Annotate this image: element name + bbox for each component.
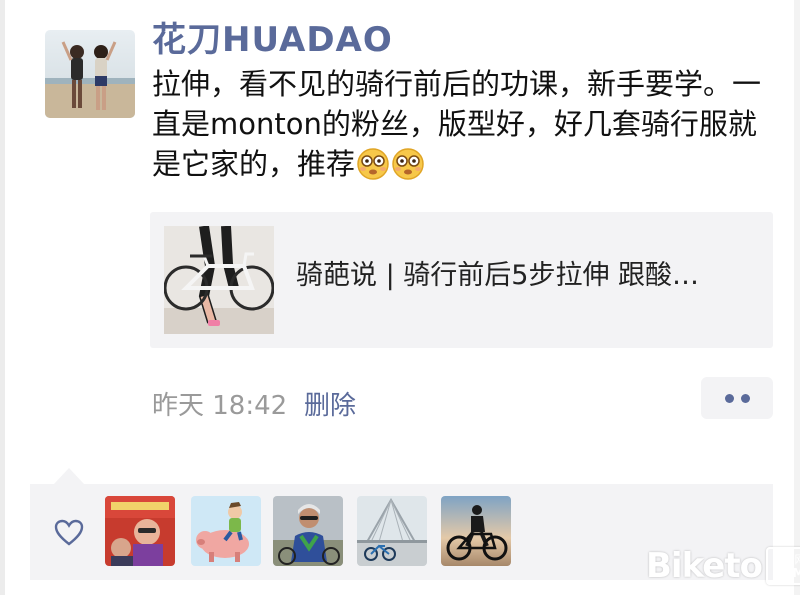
- username[interactable]: 花刀HUADAO: [152, 12, 393, 61]
- post-timestamp: 昨天 18:42: [152, 391, 288, 421]
- link-title: 骑葩说 | 骑行前后5步拉伸 跟酸…: [296, 260, 700, 291]
- liker-avatar[interactable]: [357, 496, 427, 566]
- awkward-face-icon: [392, 148, 424, 180]
- avatar-photo-bridge-bike: [357, 496, 427, 566]
- post-text: 拉伸，看不见的骑行前后的功课，新手要学。一直是monton的粉丝，版型好，好几套…: [152, 64, 782, 184]
- post-text-content: 拉伸，看不见的骑行前后的功课，新手要学。一直是monton的粉丝，版型好，好几套…: [152, 67, 762, 181]
- likes-panel-arrow: [54, 468, 84, 484]
- watermark-brand: Biketo: [646, 546, 763, 586]
- watermark-cn: 美骑网: [772, 552, 800, 566]
- avatar-photo-selfie: [105, 496, 175, 566]
- biketo-watermark-logo: Biketo 美骑网 COM: [646, 545, 800, 587]
- link-thumbnail: [164, 226, 274, 334]
- liker-avatar[interactable]: [191, 496, 261, 566]
- two-dots-icon: [725, 394, 734, 403]
- liker-avatar[interactable]: [105, 496, 175, 566]
- avatar-photo-sunset-cyclist: [441, 496, 511, 566]
- awkward-face-icon: [357, 148, 389, 180]
- shared-link-card[interactable]: 骑葩说 | 骑行前后5步拉伸 跟酸…: [150, 212, 773, 348]
- avatar-cartoon-pig-rider: [191, 496, 261, 566]
- avatar-photo: [45, 30, 135, 118]
- right-edge: [794, 0, 800, 595]
- delete-link[interactable]: 删除: [304, 385, 356, 422]
- liker-avatar[interactable]: [273, 496, 343, 566]
- two-dots-icon: [741, 394, 750, 403]
- heart-outline-icon: [54, 519, 84, 546]
- watermark-com: COM: [773, 565, 800, 580]
- left-edge: [0, 0, 5, 595]
- cyclist-with-bike-photo: [164, 226, 274, 334]
- avatar-photo-cyclist-portrait: [273, 496, 343, 566]
- liker-avatar[interactable]: [441, 496, 511, 566]
- watermark-box: 美骑网 COM: [765, 547, 800, 585]
- more-actions-button[interactable]: [701, 377, 773, 419]
- avatar[interactable]: [45, 30, 135, 118]
